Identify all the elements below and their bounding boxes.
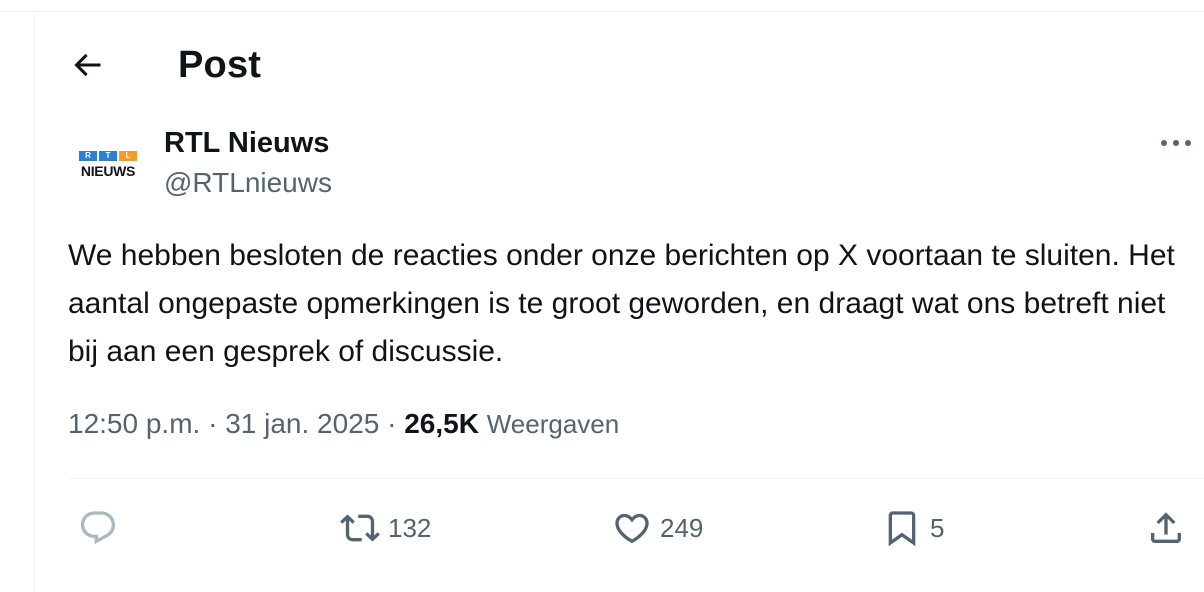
top-divider (0, 11, 1204, 12)
heart-icon (612, 508, 652, 548)
meta-separator: · (387, 408, 397, 439)
more-button[interactable] (1156, 128, 1196, 158)
more-horizontal-icon (1159, 138, 1193, 148)
post-time[interactable]: 12:50 p.m. (68, 408, 200, 439)
post-text: We hebben besloten de reacties onder onz… (68, 239, 1175, 368)
meta-separator: · (208, 408, 218, 439)
logo-letter-l: L (119, 151, 137, 161)
post-view: Post R T L NIEUWS RTL Nieuws @RTLnieuws (0, 0, 1204, 592)
back-button[interactable] (66, 44, 108, 86)
actions-divider (68, 478, 1204, 479)
share-button[interactable] (1146, 500, 1186, 556)
page-title: Post (178, 43, 262, 86)
column-border (34, 12, 35, 592)
action-bar: 132 249 5 (68, 500, 1204, 556)
avatar[interactable]: R T L NIEUWS (68, 122, 148, 202)
reply-icon (78, 508, 118, 548)
views-label: Weergaven (486, 409, 620, 439)
logo-word: NIEUWS (80, 163, 136, 179)
logo-letter-r: R (79, 151, 97, 161)
repost-count: 132 (388, 512, 432, 543)
logo-letter-t: T (99, 151, 117, 161)
post-date[interactable]: 31 jan. 2025 (225, 408, 379, 439)
share-icon (1146, 508, 1186, 548)
repost-icon (340, 508, 380, 548)
bookmark-count: 5 (930, 512, 945, 543)
like-count: 249 (660, 512, 704, 543)
page-header: Post (68, 40, 261, 90)
like-button[interactable]: 249 (612, 500, 703, 556)
post-meta: 12:50 p.m. · 31 jan. 2025 · 26,5K Weerga… (68, 408, 619, 440)
author-display-name[interactable]: RTL Nieuws (164, 124, 332, 162)
bookmark-icon (882, 508, 922, 548)
reply-button[interactable] (78, 500, 118, 556)
arrow-left-icon (69, 47, 105, 83)
author-handle[interactable]: @RTLnieuws (164, 164, 332, 202)
views-count: 26,5K (404, 408, 479, 439)
bookmark-button[interactable]: 5 (882, 500, 944, 556)
author-names: RTL Nieuws @RTLnieuws (164, 124, 332, 202)
post-author: R T L NIEUWS RTL Nieuws @RTLnieuws (68, 122, 1204, 202)
rtl-logo: R T L (79, 151, 137, 161)
repost-button[interactable]: 132 (340, 500, 431, 556)
